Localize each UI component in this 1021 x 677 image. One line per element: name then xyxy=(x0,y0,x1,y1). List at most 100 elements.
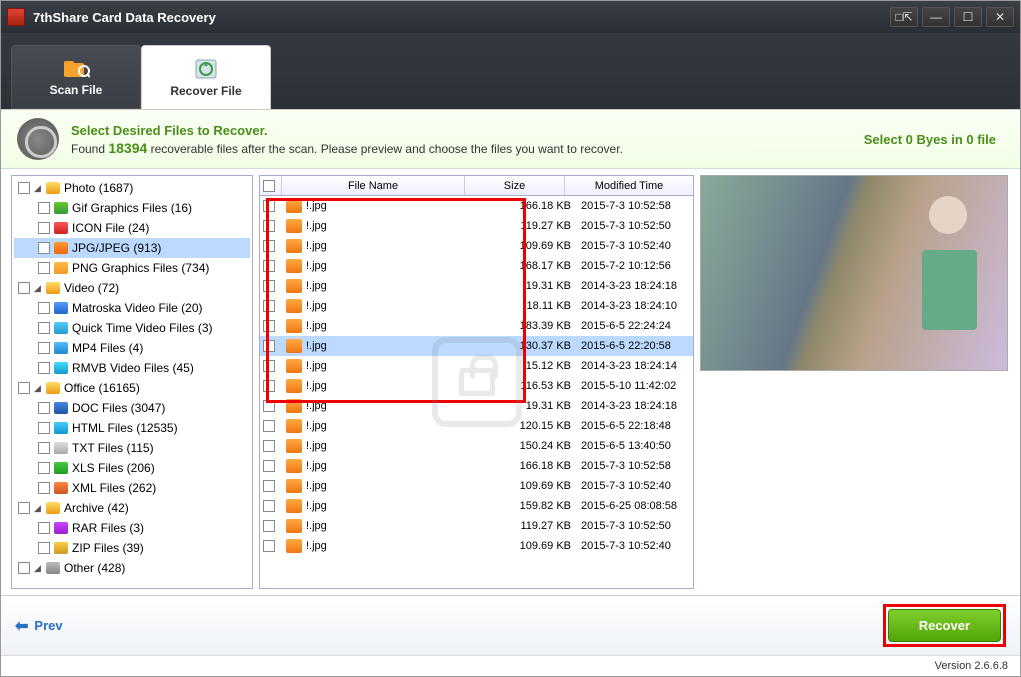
checkbox[interactable] xyxy=(18,182,30,194)
tree-item-label: PNG Graphics Files (734) xyxy=(72,261,209,275)
checkbox[interactable] xyxy=(38,262,50,274)
checkbox[interactable] xyxy=(38,462,50,474)
checkbox[interactable] xyxy=(263,280,275,292)
checkbox[interactable] xyxy=(38,402,50,414)
file-row[interactable]: !.jpg119.27 KB2015-7-3 10:52:50 xyxy=(260,216,693,236)
tree-item[interactable]: TXT Files (115) xyxy=(14,438,250,458)
checkbox[interactable] xyxy=(38,222,50,234)
tree-item[interactable]: JPG/JPEG (913) xyxy=(14,238,250,258)
checkbox[interactable] xyxy=(263,260,275,272)
tree-item[interactable]: PNG Graphics Files (734) xyxy=(14,258,250,278)
tree-group[interactable]: ◢Office (16165) xyxy=(14,378,250,398)
tree-item[interactable]: RAR Files (3) xyxy=(14,518,250,538)
tree-item[interactable]: XLS Files (206) xyxy=(14,458,250,478)
tree-item[interactable]: HTML Files (12535) xyxy=(14,418,250,438)
close-button[interactable]: ✕ xyxy=(986,7,1014,27)
checkbox[interactable] xyxy=(38,442,50,454)
header-filename[interactable]: File Name xyxy=(282,176,465,195)
tree-group[interactable]: ◢Photo (1687) xyxy=(14,178,250,198)
file-row[interactable]: !.jpg15.12 KB2014-3-23 18:24:14 xyxy=(260,356,693,376)
checkbox[interactable] xyxy=(18,562,30,574)
prev-button[interactable]: ⬅ Prev xyxy=(15,616,63,636)
checkbox[interactable] xyxy=(263,220,275,232)
file-row[interactable]: !.jpg130.37 KB2015-6-5 22:20:58 xyxy=(260,336,693,356)
checkbox[interactable] xyxy=(38,342,50,354)
checkbox[interactable] xyxy=(263,200,275,212)
checkbox[interactable] xyxy=(263,500,275,512)
minimize-button[interactable]: — xyxy=(922,7,950,27)
file-row[interactable]: !.jpg18.11 KB2014-3-23 18:24:10 xyxy=(260,296,693,316)
tree-item-label: XML Files (262) xyxy=(72,481,156,495)
checkbox[interactable] xyxy=(263,480,275,492)
tree-group[interactable]: ◢Archive (42) xyxy=(14,498,250,518)
checkbox[interactable] xyxy=(263,360,275,372)
checkbox[interactable] xyxy=(263,340,275,352)
file-row[interactable]: !.jpg109.69 KB2015-7-3 10:52:40 xyxy=(260,236,693,256)
file-row[interactable]: !.jpg168.17 KB2015-7-2 10:12:56 xyxy=(260,256,693,276)
tree-item[interactable]: ICON File (24) xyxy=(14,218,250,238)
tree-group[interactable]: ◢Other (428) xyxy=(14,558,250,578)
checkbox[interactable] xyxy=(263,400,275,412)
expand-icon[interactable]: ◢ xyxy=(34,383,44,394)
file-row[interactable]: !.jpg119.27 KB2015-7-3 10:52:50 xyxy=(260,516,693,536)
file-row[interactable]: !.jpg159.82 KB2015-6-25 08:08:58 xyxy=(260,496,693,516)
tree-item[interactable]: RMVB Video Files (45) xyxy=(14,358,250,378)
tree-item[interactable]: XML Files (262) xyxy=(14,478,250,498)
file-name: !.jpg xyxy=(306,240,327,252)
titlebar: 7thShare Card Data Recovery □⇱ — ☐ ✕ xyxy=(1,1,1020,33)
header-modified[interactable]: Modified Time xyxy=(565,176,693,195)
checkbox[interactable] xyxy=(263,460,275,472)
header-size[interactable]: Size xyxy=(465,176,565,195)
expand-icon[interactable]: ◢ xyxy=(34,183,44,194)
checkbox[interactable] xyxy=(38,522,50,534)
checkbox[interactable] xyxy=(263,520,275,532)
file-row[interactable]: !.jpg109.69 KB2015-7-3 10:52:40 xyxy=(260,536,693,556)
checkbox[interactable] xyxy=(263,320,275,332)
tree-item[interactable]: Matroska Video File (20) xyxy=(14,298,250,318)
file-row[interactable]: !.jpg116.53 KB2015-5-10 11:42:02 xyxy=(260,376,693,396)
file-row[interactable]: !.jpg183.39 KB2015-6-5 22:24:24 xyxy=(260,316,693,336)
tab-recover-file[interactable]: Recover File xyxy=(141,45,271,109)
checkbox[interactable] xyxy=(38,542,50,554)
checkbox[interactable] xyxy=(38,322,50,334)
checkbox[interactable] xyxy=(263,540,275,552)
tree-group[interactable]: ◢Video (72) xyxy=(14,278,250,298)
expand-icon[interactable]: ◢ xyxy=(34,503,44,514)
file-row[interactable]: !.jpg19.31 KB2014-3-23 18:24:18 xyxy=(260,396,693,416)
tree-item[interactable]: Gif Graphics Files (16) xyxy=(14,198,250,218)
checkbox[interactable] xyxy=(38,422,50,434)
checkbox[interactable] xyxy=(263,380,275,392)
tab-scan-file[interactable]: Scan File xyxy=(11,45,141,109)
tree-item[interactable]: Quick Time Video Files (3) xyxy=(14,318,250,338)
checkbox[interactable] xyxy=(263,420,275,432)
checkbox[interactable] xyxy=(263,440,275,452)
checkbox[interactable] xyxy=(38,482,50,494)
checkbox[interactable] xyxy=(38,242,50,254)
checkbox[interactable] xyxy=(38,362,50,374)
file-row[interactable]: !.jpg166.18 KB2015-7-3 10:52:58 xyxy=(260,456,693,476)
file-row[interactable]: !.jpg120.15 KB2015-6-5 22:18:48 xyxy=(260,416,693,436)
tree-item[interactable]: ZIP Files (39) xyxy=(14,538,250,558)
checkbox[interactable] xyxy=(18,282,30,294)
file-row[interactable]: !.jpg150.24 KB2015-6-5 13:40:50 xyxy=(260,436,693,456)
checkbox[interactable] xyxy=(38,202,50,214)
checkbox[interactable] xyxy=(263,240,275,252)
checkbox[interactable] xyxy=(18,502,30,514)
file-modified: 2015-6-25 08:08:58 xyxy=(577,500,693,512)
tree-item[interactable]: DOC Files (3047) xyxy=(14,398,250,418)
recover-button[interactable]: Recover xyxy=(888,609,1001,642)
file-list[interactable]: !.jpg166.18 KB2015-7-3 10:52:58!.jpg119.… xyxy=(260,196,693,588)
tree-item[interactable]: MP4 Files (4) xyxy=(14,338,250,358)
file-row[interactable]: !.jpg19.31 KB2014-3-23 18:24:18 xyxy=(260,276,693,296)
checkbox[interactable] xyxy=(263,300,275,312)
checkbox[interactable] xyxy=(18,382,30,394)
expand-icon[interactable]: ◢ xyxy=(34,283,44,294)
checkbox[interactable] xyxy=(38,302,50,314)
file-row[interactable]: !.jpg109.69 KB2015-7-3 10:52:40 xyxy=(260,476,693,496)
file-row[interactable]: !.jpg166.18 KB2015-7-3 10:52:58 xyxy=(260,196,693,216)
category-tree[interactable]: ◢Photo (1687)Gif Graphics Files (16)ICON… xyxy=(11,175,253,589)
expand-icon[interactable]: ◢ xyxy=(34,563,44,574)
detach-button[interactable]: □⇱ xyxy=(890,7,918,27)
header-checkbox-col[interactable] xyxy=(260,176,282,195)
maximize-button[interactable]: ☐ xyxy=(954,7,982,27)
